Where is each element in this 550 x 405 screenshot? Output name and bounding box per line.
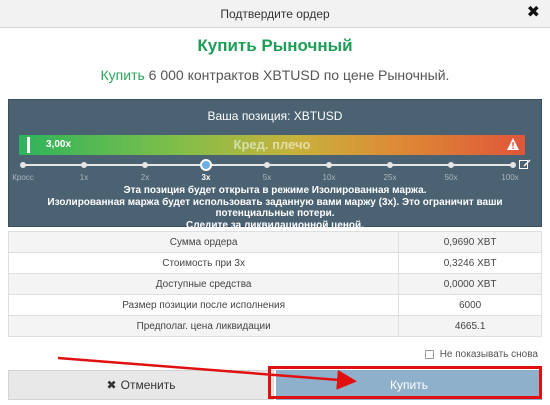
message-mode: Изолированная маржа. bbox=[311, 185, 427, 196]
cancel-button[interactable]: ✖ Отменить bbox=[8, 370, 274, 400]
dont-show-again[interactable]: Не показывать снова bbox=[424, 349, 538, 360]
buy-button[interactable]: Купить bbox=[276, 370, 542, 400]
position-panel: Ваша позиция: XBTUSD 3,00x Кред. плечо К… bbox=[8, 99, 542, 231]
slider-dot[interactable] bbox=[510, 162, 516, 168]
table-row: Доступные средства 0,0000 XBT bbox=[7, 273, 542, 295]
checkbox-icon[interactable] bbox=[424, 350, 434, 359]
dialog-title: Подтвердите ордер bbox=[220, 7, 330, 21]
position-title: Ваша позиция: XBTUSD bbox=[207, 109, 343, 123]
row-label: Размер позиции после исполнения bbox=[7, 294, 400, 316]
row-label: Сумма ордера bbox=[7, 231, 400, 253]
row-value: 0,3246 XBT bbox=[398, 252, 542, 274]
slider-dot[interactable] bbox=[326, 162, 332, 168]
table-row: Предполаг. цена ликвидации 4665.1 bbox=[7, 315, 542, 337]
row-value: 0,0000 XBT bbox=[398, 273, 542, 295]
tick-label[interactable]: 5x bbox=[263, 173, 271, 182]
message-line-3: Следите за ликвидационной ценой. bbox=[186, 219, 364, 231]
message-line-2: Изолированная маржа будет использовать з… bbox=[47, 196, 503, 220]
edit-icon[interactable] bbox=[519, 158, 531, 170]
tick-label[interactable]: 2x bbox=[141, 173, 149, 182]
slider-dot[interactable] bbox=[264, 162, 270, 168]
tick-label[interactable]: Кросс bbox=[12, 173, 34, 182]
slider-dot[interactable] bbox=[387, 162, 393, 168]
summary-side: Купить bbox=[100, 67, 145, 83]
leverage-bar[interactable]: 3,00x Кред. плечо bbox=[19, 135, 525, 155]
table-row: Размер позиции после исполнения 6000 bbox=[7, 294, 542, 316]
table-row: Сумма ордера 0,9690 XBT bbox=[7, 231, 542, 253]
tick-label[interactable]: 100x bbox=[501, 173, 518, 182]
summary-text: 6 000 контрактов XBTUSD по цене Рыночный… bbox=[144, 67, 450, 83]
slider-dot[interactable] bbox=[20, 162, 26, 168]
cancel-label: Отменить bbox=[120, 378, 176, 392]
row-value: 0,9690 XBT bbox=[398, 231, 542, 253]
cancel-x-icon: ✖ bbox=[106, 378, 117, 392]
close-icon[interactable]: ✖ bbox=[527, 4, 540, 22]
leverage-caption: Кред. плечо bbox=[233, 137, 311, 152]
message-prefix: Эта позиция будет открыта в режиме bbox=[123, 185, 312, 196]
table-row: Стоимость при 3x 0,3246 XBT bbox=[7, 252, 542, 274]
dialog-header: Подтвердите ордер ✖ bbox=[0, 0, 550, 28]
tick-label-selected[interactable]: 3x bbox=[202, 173, 211, 182]
dont-show-label: Не показывать снова bbox=[439, 349, 538, 360]
order-summary: Купить 6 000 контрактов XBTUSD по цене Р… bbox=[0, 67, 550, 83]
message-line-1: Эта позиция будет открыта в режиме Изоли… bbox=[9, 185, 541, 197]
buy-label: Купить bbox=[390, 378, 428, 392]
row-value: 6000 bbox=[398, 294, 542, 316]
slider-dot[interactable] bbox=[448, 162, 454, 168]
row-label: Предполаг. цена ликвидации bbox=[7, 315, 400, 337]
order-type-title: Купить Рыночный bbox=[197, 36, 353, 55]
row-value: 4665.1 bbox=[398, 315, 542, 337]
tick-label[interactable]: 1x bbox=[80, 173, 88, 182]
order-details-table: Сумма ордера 0,9690 XBT Стоимость при 3x… bbox=[7, 231, 542, 337]
tick-label[interactable]: 10x bbox=[323, 173, 336, 182]
tick-label[interactable]: 25x bbox=[384, 173, 397, 182]
tick-label[interactable]: 50x bbox=[445, 173, 458, 182]
margin-message: Эта позиция будет открыта в режиме Изоли… bbox=[9, 185, 541, 231]
leverage-slider[interactable] bbox=[20, 159, 516, 171]
row-label: Доступные средства bbox=[7, 273, 400, 295]
warning-icon bbox=[507, 138, 519, 150]
row-label: Стоимость при 3x bbox=[7, 252, 400, 274]
slider-handle[interactable] bbox=[200, 159, 212, 171]
slider-dot[interactable] bbox=[81, 162, 87, 168]
slider-dot[interactable] bbox=[142, 162, 148, 168]
